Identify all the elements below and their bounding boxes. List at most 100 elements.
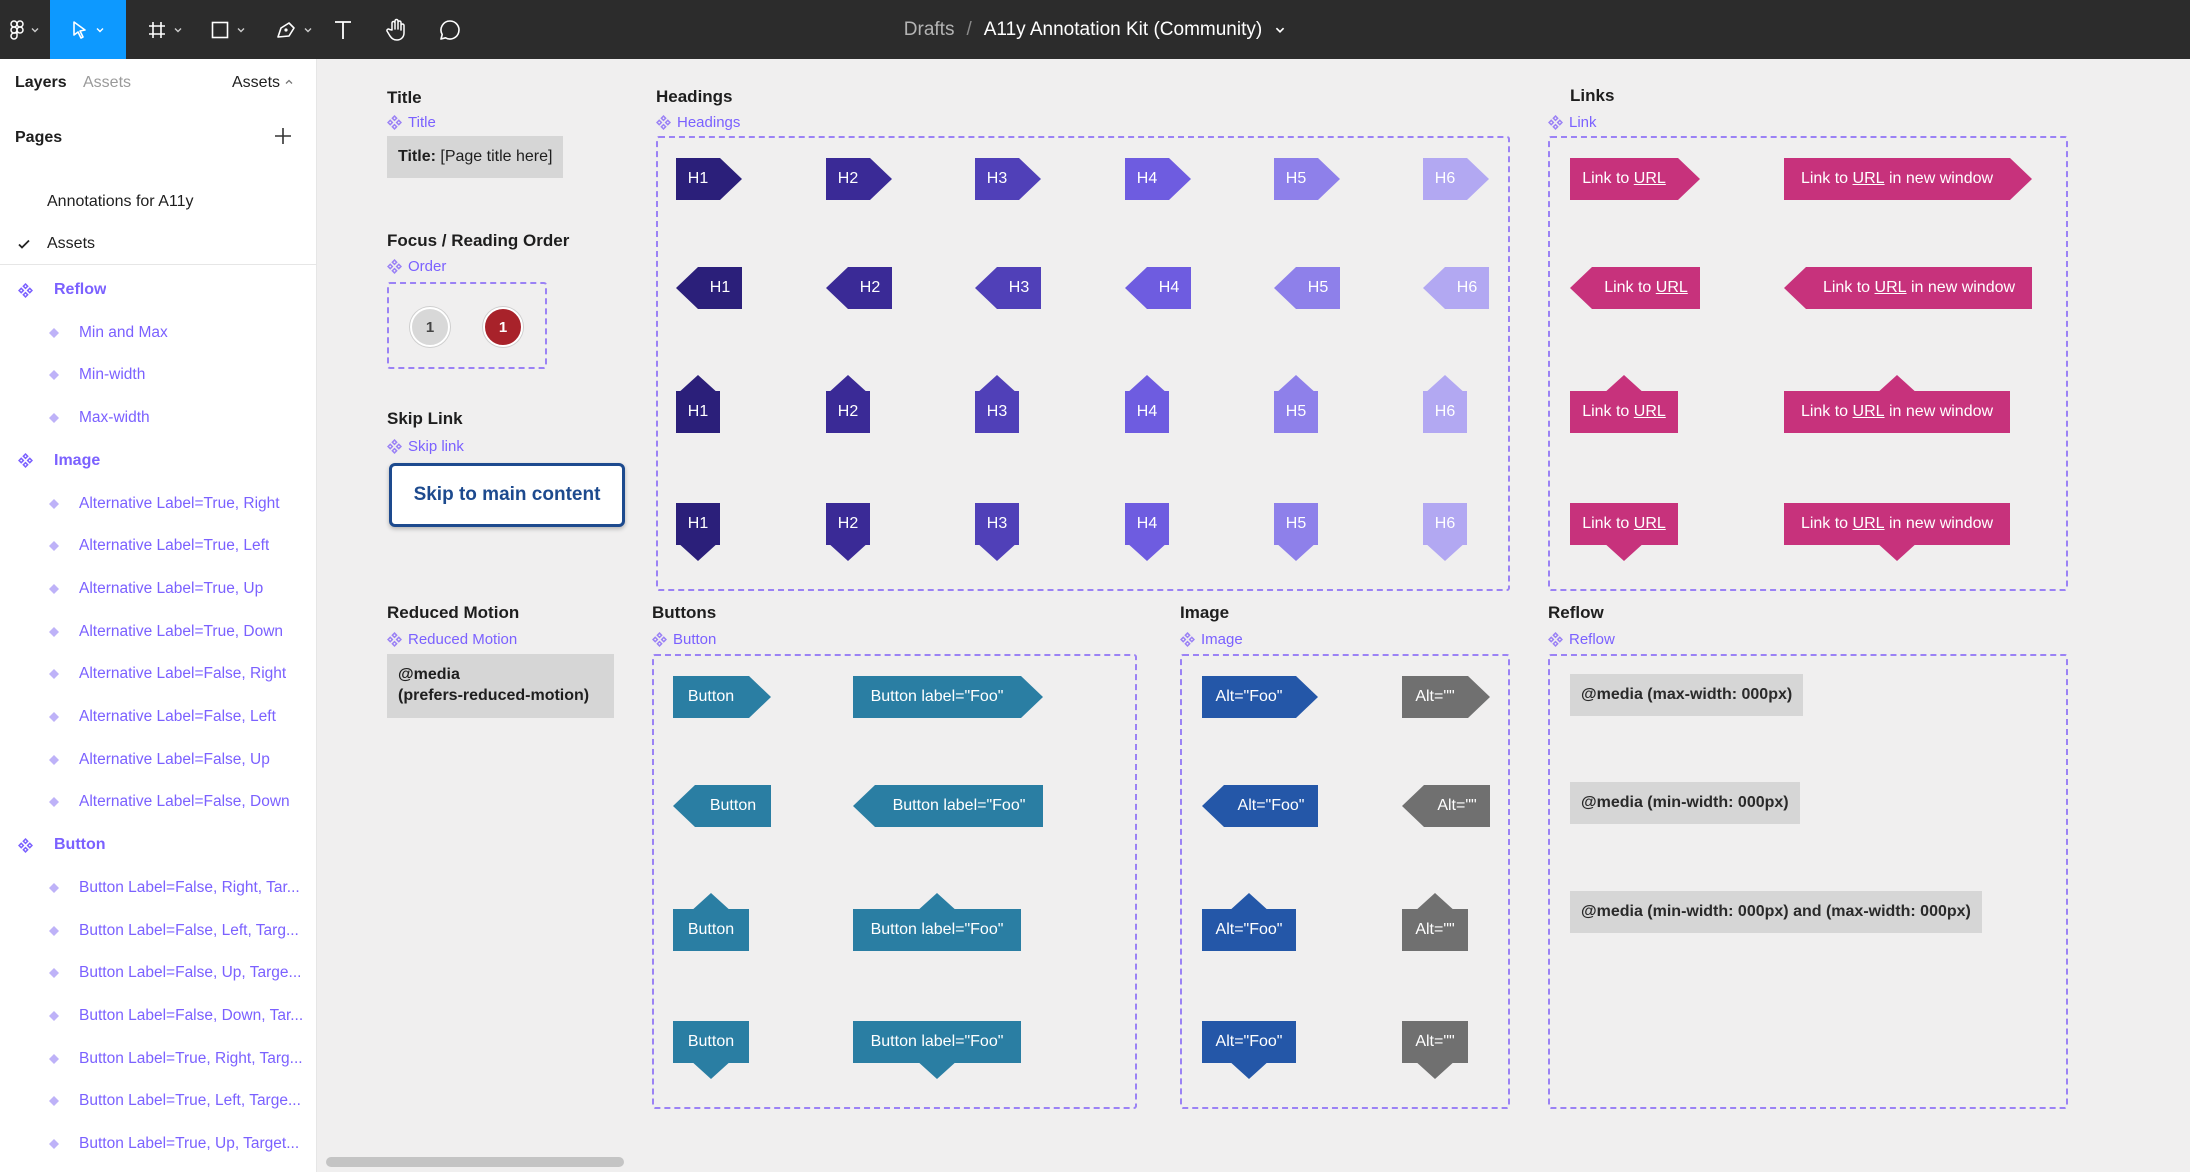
order-badge-neutral[interactable]: 1 bbox=[410, 307, 450, 347]
frame-tool-button[interactable] bbox=[137, 0, 193, 59]
link-new-window-tag-right[interactable]: Link to URL in new window bbox=[1784, 158, 2032, 200]
image-empty-alt-tag-down[interactable]: Alt="" bbox=[1402, 1021, 1468, 1079]
page-item[interactable]: Assets bbox=[0, 224, 316, 264]
layer-variant[interactable]: Min-width bbox=[0, 354, 316, 396]
layer-variant[interactable]: Button Label=False, Left, Targ... bbox=[0, 910, 316, 952]
text-tool-button[interactable] bbox=[328, 0, 358, 59]
skip-component-label[interactable]: Skip link bbox=[387, 438, 464, 455]
image-empty-alt-tag-right[interactable]: Alt="" bbox=[1402, 676, 1490, 718]
add-page-plus-icon[interactable] bbox=[272, 125, 294, 147]
breadcrumb-drafts[interactable]: Drafts bbox=[904, 19, 955, 41]
layer-variant[interactable]: Alternative Label=False, Down bbox=[0, 781, 316, 823]
buttons-component-label[interactable]: Button bbox=[652, 631, 716, 648]
image-empty-alt-tag-up[interactable]: Alt="" bbox=[1402, 893, 1468, 951]
button-tag-right[interactable]: Button bbox=[673, 676, 771, 718]
comment-tool-button[interactable] bbox=[434, 0, 466, 59]
image-alt-tag-up[interactable]: Alt="Foo" bbox=[1202, 893, 1296, 951]
hand-tool-button[interactable] bbox=[382, 0, 412, 59]
design-canvas[interactable]: Title Title Title: [Page title here] Foc… bbox=[318, 59, 2190, 1172]
reflow-component-label[interactable]: Reflow bbox=[1548, 631, 1615, 648]
button-tag-down[interactable]: Button bbox=[673, 1021, 749, 1079]
layer-variant[interactable]: Alternative Label=True, Left bbox=[0, 525, 316, 567]
heading-tag-down[interactable]: H2 bbox=[826, 503, 870, 561]
button-tag-up[interactable]: Button bbox=[673, 893, 749, 951]
tab-layers[interactable]: Layers bbox=[15, 74, 67, 92]
heading-tag-up[interactable]: H3 bbox=[975, 375, 1019, 433]
layer-component[interactable]: Image bbox=[0, 440, 316, 482]
tab-assets[interactable]: Assets bbox=[83, 74, 131, 92]
heading-tag-right[interactable]: H3 bbox=[975, 158, 1041, 200]
layer-variant[interactable]: Alternative Label=False, Left bbox=[0, 696, 316, 738]
layer-component[interactable]: Reflow bbox=[0, 269, 316, 311]
heading-tag-down[interactable]: H4 bbox=[1125, 503, 1169, 561]
heading-tag-down[interactable]: H6 bbox=[1423, 503, 1467, 561]
heading-tag-left[interactable]: H2 bbox=[826, 267, 892, 309]
image-component-label[interactable]: Image bbox=[1180, 631, 1243, 648]
layer-variant[interactable]: Alternative Label=True, Down bbox=[0, 611, 316, 653]
layer-variant[interactable]: Button Label=False, Right, Tar... bbox=[0, 867, 316, 909]
heading-tag-down[interactable]: H5 bbox=[1274, 503, 1318, 561]
document-name[interactable]: A11y Annotation Kit (Community) bbox=[984, 19, 1262, 41]
headings-component-label[interactable]: Headings bbox=[656, 114, 740, 131]
motion-component-label[interactable]: Reduced Motion bbox=[387, 631, 517, 648]
button-labeled-tag-left[interactable]: Button label="Foo" bbox=[853, 785, 1043, 827]
image-alt-tag-right[interactable]: Alt="Foo" bbox=[1202, 676, 1318, 718]
page-item[interactable]: Annotations for A11y bbox=[0, 182, 316, 222]
reflow-min-width[interactable]: @media (min-width: 000px) bbox=[1570, 782, 1800, 824]
reflow-min-and-max[interactable]: @media (min-width: 000px) and (max-width… bbox=[1570, 891, 1982, 933]
button-labeled-tag-right[interactable]: Button label="Foo" bbox=[853, 676, 1043, 718]
shape-tool-button[interactable] bbox=[200, 0, 256, 59]
layer-variant[interactable]: Alternative Label=True, Up bbox=[0, 568, 316, 610]
reflow-max-width[interactable]: @media (max-width: 000px) bbox=[1570, 674, 1804, 716]
heading-tag-left[interactable]: H6 bbox=[1423, 267, 1489, 309]
heading-tag-right[interactable]: H4 bbox=[1125, 158, 1191, 200]
link-tag-right[interactable]: Link to URL bbox=[1570, 158, 1700, 200]
heading-tag-right[interactable]: H2 bbox=[826, 158, 892, 200]
layer-variant[interactable]: Button Label=True, Up, Target... bbox=[0, 1123, 316, 1165]
layer-variant[interactable]: Min and Max bbox=[0, 312, 316, 354]
layer-variant[interactable]: Button Label=False, Down, Tar... bbox=[0, 995, 316, 1037]
heading-tag-down[interactable]: H1 bbox=[676, 503, 720, 561]
order-component-label[interactable]: Order bbox=[387, 258, 446, 275]
link-new-window-tag-up[interactable]: Link to URL in new window bbox=[1784, 375, 2010, 433]
button-labeled-tag-down[interactable]: Button label="Foo" bbox=[853, 1021, 1021, 1079]
heading-tag-right[interactable]: H1 bbox=[676, 158, 742, 200]
image-alt-tag-left[interactable]: Alt="Foo" bbox=[1202, 785, 1318, 827]
link-tag-left[interactable]: Link to URL bbox=[1570, 267, 1700, 309]
heading-tag-left[interactable]: H5 bbox=[1274, 267, 1340, 309]
heading-tag-up[interactable]: H5 bbox=[1274, 375, 1318, 433]
chevron-down-icon[interactable] bbox=[1274, 24, 1286, 36]
heading-tag-right[interactable]: H6 bbox=[1423, 158, 1489, 200]
layer-variant[interactable]: Button Label=False, Up, Targe... bbox=[0, 952, 316, 994]
button-tag-left[interactable]: Button bbox=[673, 785, 771, 827]
heading-tag-left[interactable]: H1 bbox=[676, 267, 742, 309]
layer-variant[interactable]: Alternative Label=False, Up bbox=[0, 739, 316, 781]
heading-tag-up[interactable]: H1 bbox=[676, 375, 720, 433]
layer-variant[interactable]: Max-width bbox=[0, 397, 316, 439]
layer-variant[interactable]: Alternative Label=False, Right bbox=[0, 653, 316, 695]
move-tool-button[interactable] bbox=[50, 0, 126, 59]
link-tag-down[interactable]: Link to URL bbox=[1570, 503, 1678, 561]
reduced-motion-annotation[interactable]: @media (prefers-reduced-motion) bbox=[387, 654, 614, 718]
title-component-label[interactable]: Title bbox=[387, 114, 436, 131]
page-title-annotation[interactable]: Title: [Page title here] bbox=[387, 136, 564, 178]
heading-tag-up[interactable]: H6 bbox=[1423, 375, 1467, 433]
layer-variant[interactable]: Alternative Label=True, Right bbox=[0, 483, 316, 525]
link-new-window-tag-left[interactable]: Link to URL in new window bbox=[1784, 267, 2032, 309]
links-component-label[interactable]: Link bbox=[1548, 114, 1597, 131]
order-badge-active[interactable]: 1 bbox=[483, 307, 523, 347]
link-new-window-tag-down[interactable]: Link to URL in new window bbox=[1784, 503, 2010, 561]
button-labeled-tag-up[interactable]: Button label="Foo" bbox=[853, 893, 1021, 951]
heading-tag-right[interactable]: H5 bbox=[1274, 158, 1340, 200]
heading-tag-up[interactable]: H4 bbox=[1125, 375, 1169, 433]
heading-tag-up[interactable]: H2 bbox=[826, 375, 870, 433]
image-empty-alt-tag-left[interactable]: Alt="" bbox=[1402, 785, 1490, 827]
horizontal-scrollbar[interactable] bbox=[326, 1157, 624, 1167]
image-alt-tag-down[interactable]: Alt="Foo" bbox=[1202, 1021, 1296, 1079]
skip-to-main-content-button[interactable]: Skip to main content bbox=[389, 463, 625, 527]
layer-variant[interactable]: Button Label=True, Left, Targe... bbox=[0, 1080, 316, 1122]
heading-tag-down[interactable]: H3 bbox=[975, 503, 1019, 561]
heading-tag-left[interactable]: H3 bbox=[975, 267, 1041, 309]
heading-tag-left[interactable]: H4 bbox=[1125, 267, 1191, 309]
main-menu-button[interactable] bbox=[0, 0, 50, 59]
